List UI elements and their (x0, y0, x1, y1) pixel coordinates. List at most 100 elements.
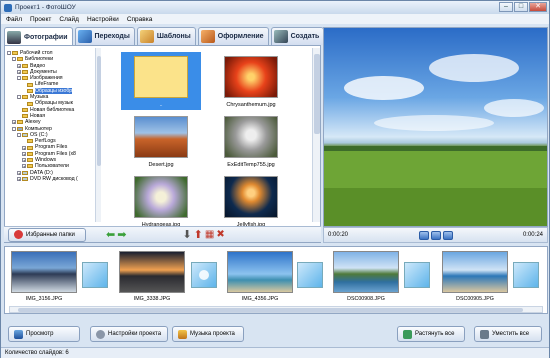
folder-icon (27, 151, 33, 156)
transition-item[interactable] (191, 262, 217, 288)
thumbnail-item[interactable]: Jellyfish.jpg (211, 172, 291, 230)
expand-toggle-icon[interactable]: + (12, 120, 16, 125)
playback-controls (418, 230, 453, 240)
gear-icon (96, 329, 105, 339)
tab-transitions[interactable]: Переходы (74, 27, 135, 45)
thumbnail-item[interactable]: Hydrangeas.jpg (121, 172, 201, 230)
tab-photos[interactable]: Фотографии (4, 27, 73, 46)
expand-toggle-icon[interactable]: + (17, 70, 21, 75)
folder-icon (22, 114, 28, 119)
menu-file[interactable]: Файл (6, 16, 22, 23)
folder-icon (12, 51, 18, 56)
stretch-all-button[interactable]: Растянуть все (397, 326, 465, 342)
fit-icon (480, 329, 489, 339)
music-icon (178, 329, 187, 339)
collapse-toggle-icon[interactable]: - (17, 95, 21, 100)
transition-item[interactable] (513, 262, 539, 288)
transition-item[interactable] (404, 262, 430, 288)
time-end: 0:00:24 (522, 232, 543, 238)
expand-toggle-icon[interactable]: + (22, 158, 26, 163)
slide-item[interactable]: IMG_4356.JPG (227, 251, 293, 302)
file-thumbnails: .. Chrysanthemum.jpg Desert.jpg ExEditTe… (103, 48, 308, 228)
collapse-toggle-icon[interactable]: - (17, 76, 21, 81)
project-settings-button[interactable]: Настройки проекта (90, 326, 168, 342)
stretch-icon (403, 329, 412, 339)
tab-templates[interactable]: Шаблоны (136, 27, 196, 45)
photos-panel: - Рабочий стол - Библиотеки + Видео + Докуме… (4, 45, 321, 243)
minimize-button[interactable]: – (499, 2, 513, 12)
tree-scrollbar[interactable] (95, 48, 101, 222)
thumbnail-item[interactable]: Desert.jpg (121, 112, 201, 170)
next-icon[interactable] (442, 230, 453, 240)
menu-project[interactable]: Проект (30, 16, 51, 23)
slide-item[interactable]: IMG_3338.JPG (119, 251, 185, 302)
transition-item[interactable] (82, 262, 108, 288)
computer-icon (17, 126, 23, 131)
favorite-folders-button[interactable]: Избранные папки (8, 227, 86, 242)
arrow-left-icon[interactable]: ⬅ (106, 228, 115, 241)
play-icon[interactable] (430, 230, 441, 240)
thumbnails-scrollbar[interactable] (312, 48, 320, 222)
collapse-toggle-icon[interactable]: - (7, 51, 11, 56)
slide-item[interactable]: DSC00908.JPG (333, 251, 399, 302)
collapse-toggle-icon[interactable]: - (12, 57, 16, 62)
slide-item[interactable]: DSC00905.JPG (442, 251, 508, 302)
design-icon (200, 30, 215, 43)
folder-icon (22, 63, 28, 68)
arrow-up-icon[interactable]: ⬆ (194, 228, 203, 241)
expand-toggle-icon[interactable]: + (22, 164, 26, 169)
slide-timeline: IMG_3156.JPG IMG_3338.JPG IMG_4356.JPG D… (4, 246, 548, 314)
prev-icon[interactable] (418, 230, 429, 240)
window-title: Проект1 - ФотоШОУ (15, 4, 76, 11)
menu-slide[interactable]: Слайд (59, 16, 79, 23)
transition-item[interactable] (297, 262, 323, 288)
scrollbar-thumb[interactable] (314, 54, 320, 134)
project-music-button[interactable]: Музыка проекта (172, 326, 244, 342)
folder-icon (27, 82, 33, 87)
expand-toggle-icon[interactable]: + (17, 63, 21, 68)
templates-icon (139, 30, 154, 43)
thumbnail-item[interactable]: ExEditTemp755.jpg (211, 112, 291, 170)
drive-icon (22, 133, 28, 137)
collapse-toggle-icon[interactable]: - (17, 133, 21, 138)
arrow-right-icon[interactable]: ➡ (117, 228, 126, 241)
thumbnail-image (224, 56, 278, 98)
dvd-icon (22, 177, 28, 182)
expand-toggle-icon[interactable]: + (22, 151, 26, 156)
close-button[interactable]: ✕ (529, 2, 547, 12)
camera-icon (7, 30, 21, 44)
scrollbar-thumb[interactable] (97, 56, 101, 166)
folder-tree[interactable]: - Рабочий стол - Библиотеки + Видео + Докуме… (7, 50, 95, 222)
folder-icon (17, 57, 23, 62)
bottom-toolbar: Просмотр Настройки проекта Музыка проект… (4, 323, 548, 345)
music-folder-icon (22, 95, 28, 100)
folder-icon (27, 158, 33, 163)
heart-icon (14, 230, 23, 239)
thumbnail-image (134, 116, 188, 158)
time-start: 0:00:20 (328, 232, 349, 238)
tab-design[interactable]: Оформление (197, 27, 269, 45)
timeline-scrollbar[interactable] (9, 306, 543, 313)
slide-item[interactable]: IMG_3156.JPG (11, 251, 77, 302)
menu-help[interactable]: Справка (127, 16, 153, 23)
slide-image (442, 251, 508, 293)
expand-toggle-icon[interactable]: + (17, 170, 21, 175)
maximize-button[interactable]: □ (514, 2, 528, 12)
arrow-down-icon[interactable]: ⬇ (182, 228, 191, 241)
preview-button[interactable]: Просмотр (8, 326, 80, 342)
thumbnail-item[interactable]: .. (121, 52, 201, 110)
tab-create[interactable]: Создать (270, 27, 325, 45)
fit-all-button[interactable]: Уместить все (474, 326, 542, 342)
tree-item[interactable]: + DVD RW дисковод ( (7, 176, 95, 182)
expand-toggle-icon[interactable]: + (17, 177, 21, 182)
collapse-toggle-icon[interactable]: - (12, 126, 16, 131)
expand-toggle-icon[interactable]: + (22, 145, 26, 150)
remove-icon[interactable]: ✖ (216, 229, 224, 240)
status-bar: Количество слайдов: 6 (1, 347, 549, 358)
add-all-icon[interactable]: ▦ (205, 229, 214, 240)
thumbnail-item[interactable]: Chrysanthemum.jpg (211, 52, 291, 110)
user-folder-icon (17, 120, 23, 125)
scrollbar-thumb[interactable] (18, 308, 523, 312)
drive-icon (22, 170, 28, 175)
menu-settings[interactable]: Настройки (87, 16, 119, 23)
